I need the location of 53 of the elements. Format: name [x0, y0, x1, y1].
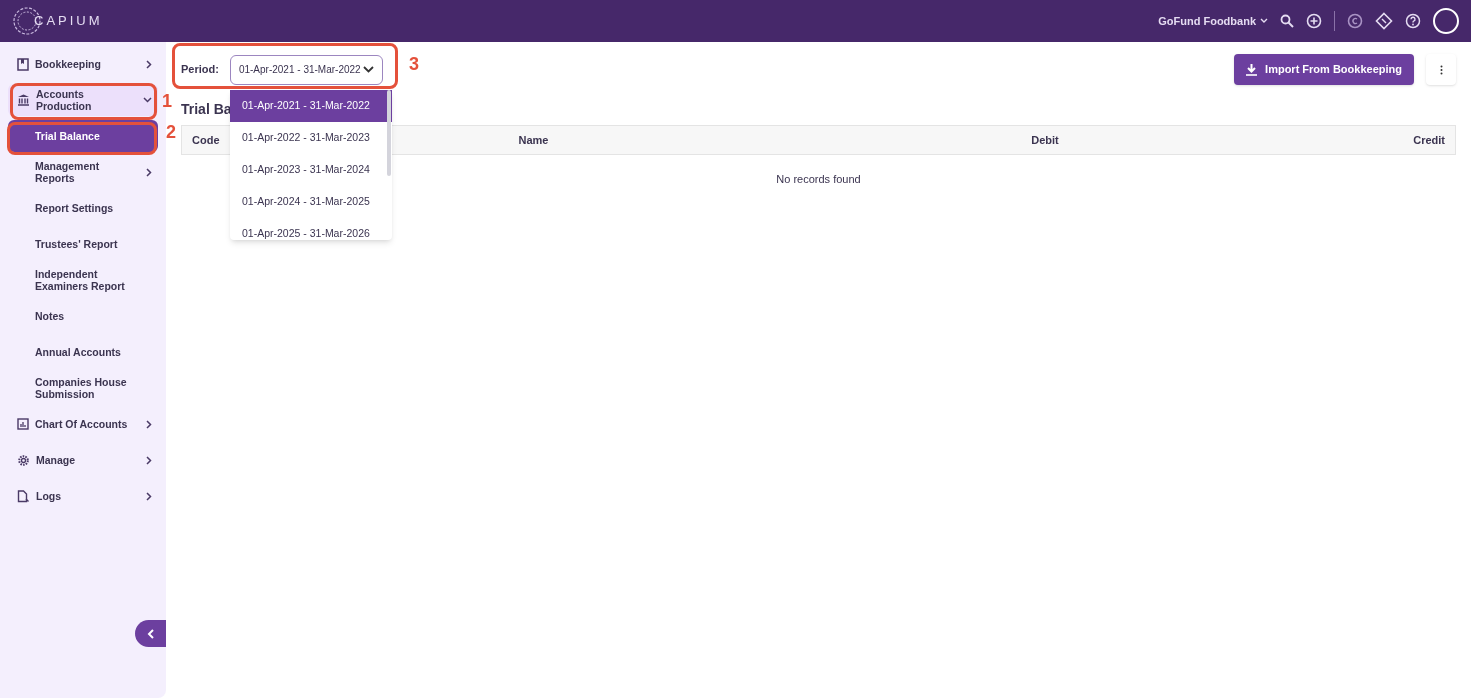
document-icon [17, 489, 30, 503]
logo-text: CAPIUM [34, 12, 103, 31]
organisation-selector[interactable]: GoFund Foodbank [1158, 12, 1268, 30]
coin-icon[interactable] [1347, 13, 1363, 29]
more-icon [1439, 64, 1443, 75]
chevron-down-icon [362, 66, 374, 73]
collapse-button[interactable] [135, 620, 166, 647]
settings-icon [17, 453, 30, 467]
chevron-right-icon [146, 167, 152, 177]
sidebar-item[interactable]: Notes [8, 300, 158, 332]
period-label: Period: [181, 62, 219, 78]
column-header: Credit [1413, 133, 1445, 146]
sidebar-item[interactable]: Manage [8, 444, 158, 476]
chevron-right-icon [146, 455, 152, 465]
ticket-icon[interactable] [1375, 12, 1393, 30]
dropdown-option[interactable]: 01-Apr-2022 - 31-Mar-2023 [230, 122, 392, 154]
column-header: Name [518, 133, 549, 146]
import-button[interactable]: Import From Bookkeeping [1234, 54, 1414, 85]
sidebar-item[interactable]: Accounts Production [8, 84, 158, 116]
search-icon[interactable] [1280, 14, 1294, 28]
sidebar-item[interactable]: Trustees' Report [8, 228, 158, 260]
sidebar-item[interactable]: Annual Accounts [8, 336, 158, 368]
sidebar-item[interactable]: Logs [8, 480, 158, 512]
bar-chart-icon [17, 418, 29, 430]
bank-icon [17, 94, 30, 106]
sidebar-item[interactable]: Management Reports [8, 156, 158, 188]
dropdown-option[interactable]: 01-Apr-2021 - 31-Mar-2022 [230, 90, 392, 122]
period-select[interactable]: 01-Apr-2021 - 31-Mar-2022 [229, 54, 383, 85]
sidebar-item[interactable]: Chart Of Accounts [8, 408, 158, 440]
chevron-right-icon [146, 59, 152, 69]
chevron-down-icon [143, 97, 152, 103]
download-icon [1246, 63, 1258, 76]
dropdown-option[interactable]: 01-Apr-2023 - 31-Mar-2024 [230, 154, 392, 186]
column-header: Code [192, 133, 220, 146]
help-icon[interactable] [1405, 13, 1421, 29]
chevron-left-icon [146, 628, 155, 639]
add-icon[interactable] [1306, 13, 1322, 29]
annotation-number: 2 [166, 121, 176, 143]
dropdown-option[interactable]: 01-Apr-2024 - 31-Mar-2025 [230, 186, 392, 218]
sidebar-item[interactable]: Bookkeeping [8, 48, 158, 80]
sidebar-item[interactable]: Independent Examiners Report [8, 264, 158, 296]
sidebar-item[interactable]: Companies House Submission [8, 372, 158, 404]
sidebar-item[interactable]: Report Settings [8, 192, 158, 224]
dropdown-option[interactable]: 01-Apr-2025 - 31-Mar-2026 [230, 218, 392, 240]
chevron-right-icon [146, 419, 152, 429]
column-header: Debit [1031, 133, 1059, 146]
chevron-down-icon [1260, 18, 1268, 24]
empty-message: No records found [776, 173, 861, 185]
annotation-number: 3 [409, 53, 419, 75]
avatar[interactable] [1433, 8, 1459, 34]
chevron-right-icon [146, 491, 152, 501]
book-icon [17, 57, 29, 71]
annotation-number: 1 [162, 90, 172, 112]
